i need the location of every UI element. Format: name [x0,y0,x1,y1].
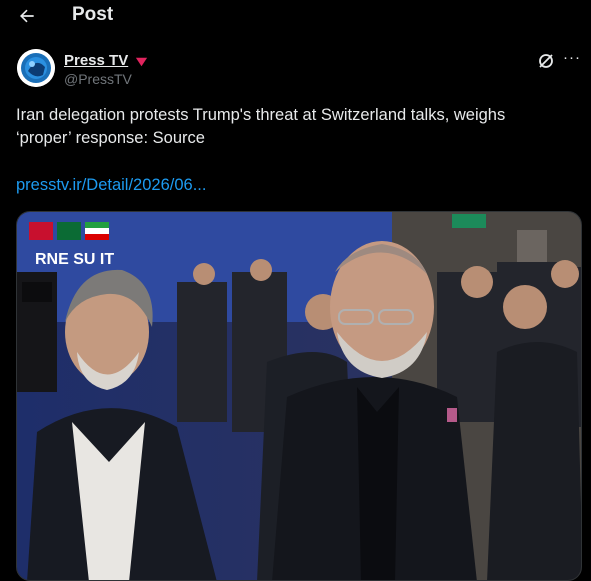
grok-button[interactable] [536,51,556,71]
back-button[interactable] [14,3,40,29]
author-handle[interactable]: @PressTV [64,71,132,87]
arrow-left-icon [20,9,34,23]
author-name[interactable]: Press TV [64,52,128,69]
news-photo: RNE SU IT [17,212,581,580]
press-tv-logo [17,49,55,87]
grok-icon [539,54,553,68]
post-link[interactable]: presstv.ir/Detail/2026/06... [16,176,206,195]
avatar[interactable] [17,49,55,87]
verified-badge-icon [135,57,148,67]
banner-text: RNE SU IT [35,251,114,268]
page-title: Post [72,4,114,25]
post-media-image[interactable]: RNE SU IT [16,211,582,581]
post-text: Iran delegation protests Trump's threat … [16,106,506,147]
more-options-button[interactable]: ··· [562,49,582,69]
top-bar: Post [0,0,591,32]
